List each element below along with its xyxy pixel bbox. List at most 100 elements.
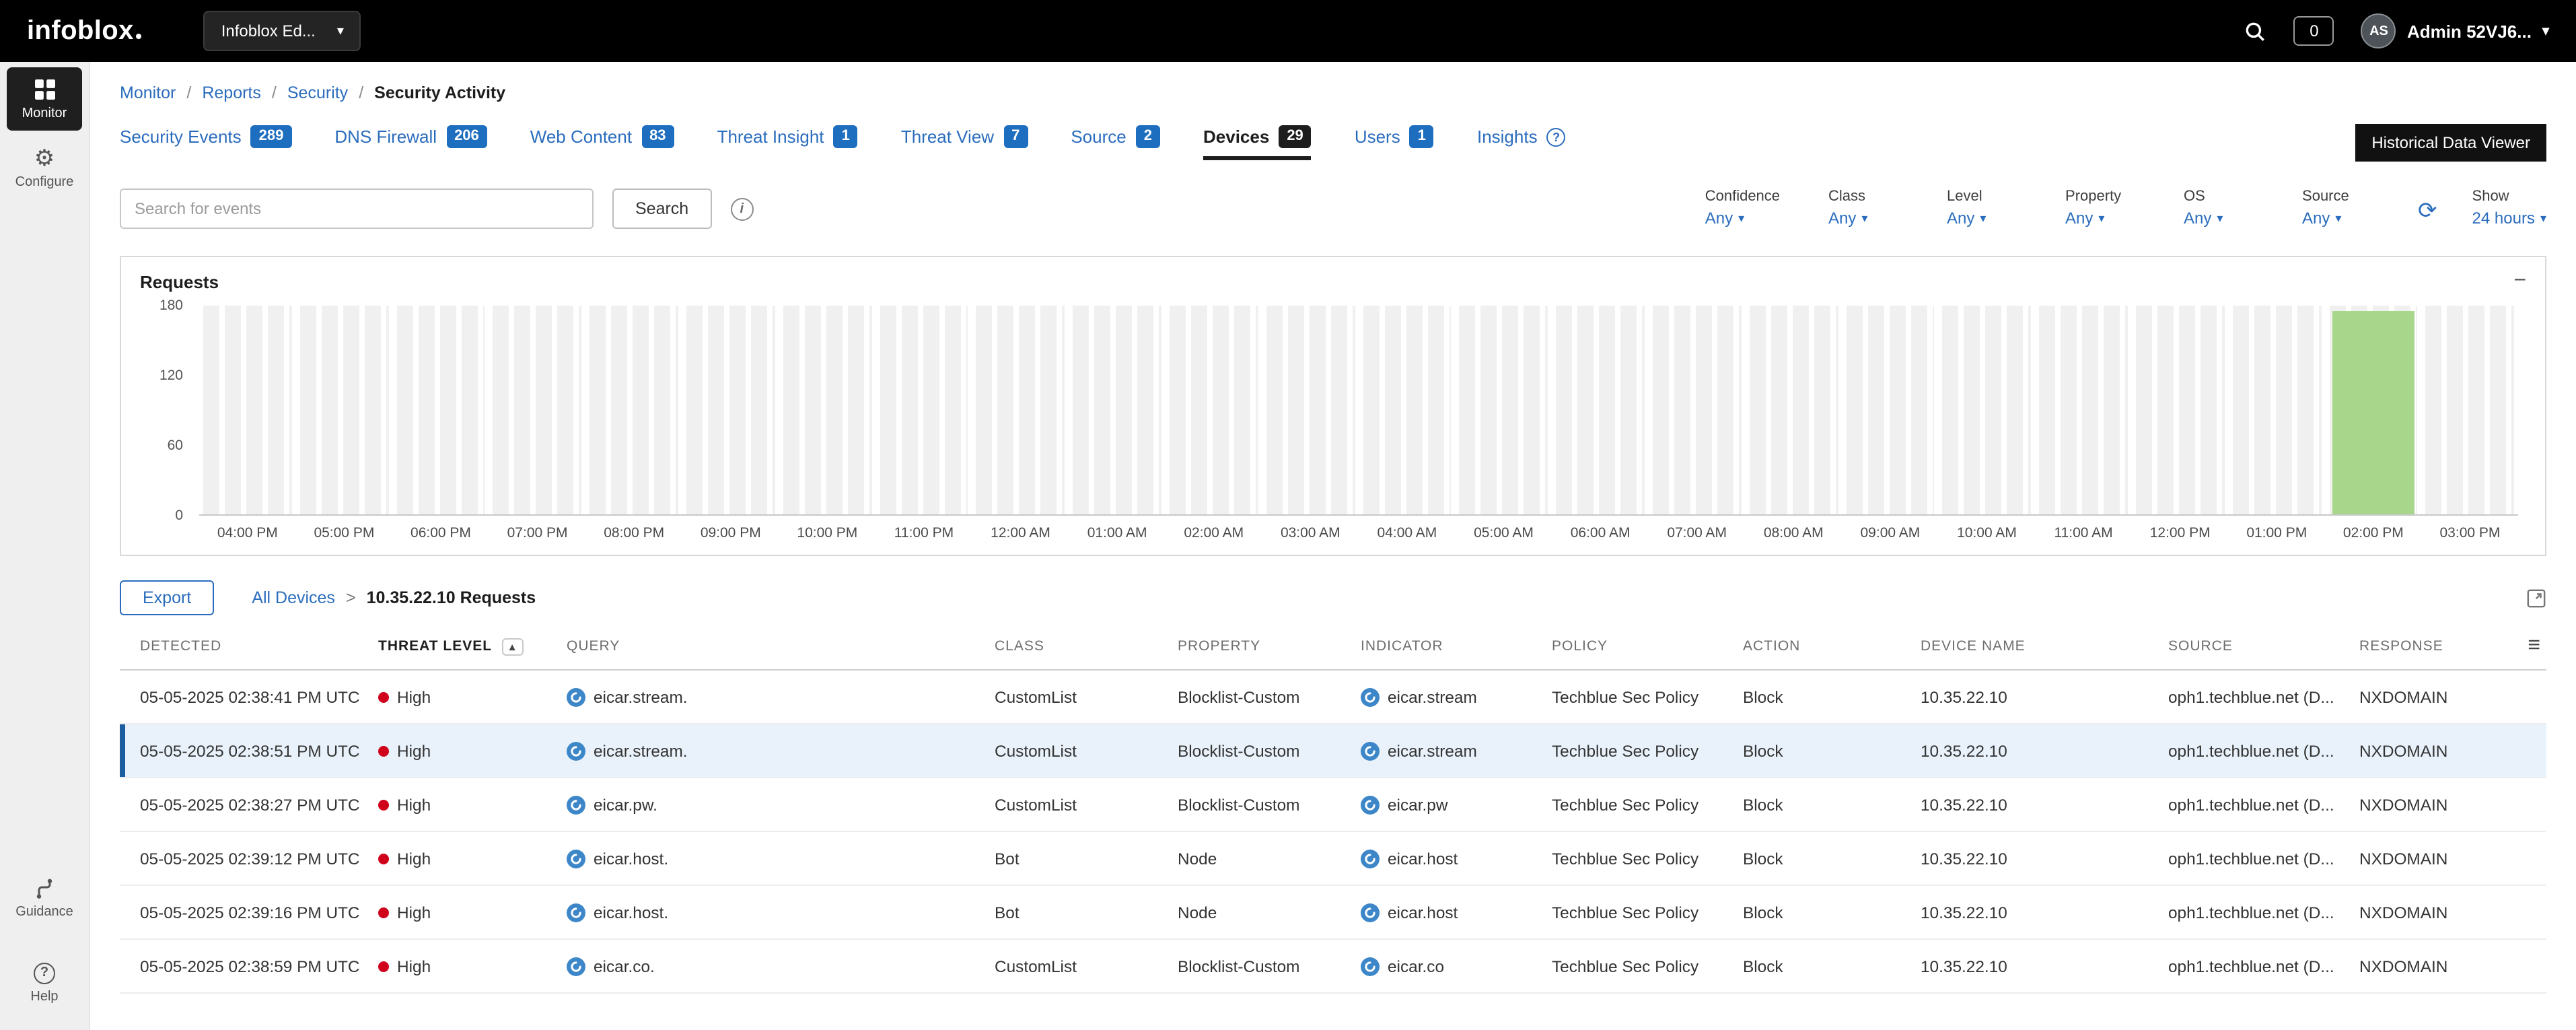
topbar: infoblox Infoblox Ed... ▾ 0 AS Admin 52V… [0,0,2576,62]
historical-data-viewer-button[interactable]: Historical Data Viewer [2355,124,2546,162]
filter-value-dropdown[interactable]: Any▾ [2302,209,2372,228]
topbar-right: 0 AS Admin 52VJ6... ▾ [2244,13,2549,48]
cell-property: Blocklist-Custom [1178,957,1361,975]
table-toolbar: Export All Devices > 10.35.22.10 Request… [120,580,2546,615]
column-header-indicator[interactable]: INDICATOR [1361,638,1552,654]
x-tick-label: 02:00 AM [1166,525,1262,541]
table-row[interactable]: 05-05-2025 02:39:16 PM UTCHigheicar.host… [120,886,2546,940]
table-row[interactable]: 05-05-2025 02:38:59 PM UTCHigheicar.co.C… [120,940,2546,994]
table-row[interactable]: 05-05-2025 02:38:41 PM UTCHigheicar.stre… [120,671,2546,724]
breadcrumb-separator: / [272,83,277,102]
chevron-down-icon: ▾ [2540,211,2546,226]
filter-label: Confidence [1705,188,1780,205]
tab-insights[interactable]: Insights? [1477,125,1566,160]
column-header-source[interactable]: SOURCE [2168,638,2359,654]
info-icon[interactable]: i [730,198,753,221]
chevron-down-icon: ▾ [2098,211,2104,226]
table-row[interactable]: 05-05-2025 02:39:12 PM UTCHigheicar.host… [120,832,2546,886]
cell-threat-level: High [378,903,567,922]
tab-source[interactable]: Source2 [1071,125,1160,160]
sidebar-item-guidance[interactable]: Guidance [7,866,82,929]
collapse-icon[interactable]: − [2513,271,2526,292]
search-input[interactable] [120,188,594,229]
sidebar-item-label: Guidance [15,905,73,920]
column-header-threat-level[interactable]: THREAT LEVEL▴ [378,638,567,655]
export-button[interactable]: Export [120,580,214,615]
sidebar-item-monitor[interactable]: Monitor [7,67,82,131]
column-menu-icon[interactable]: ≡ [2502,634,2546,658]
filter-property: Property Any▾ [2065,188,2135,228]
cell-source: oph1.techblue.net (D... [2168,795,2359,814]
threat-category-icon [1361,741,1380,760]
chevron-down-icon: ▾ [2217,211,2223,226]
filter-value-dropdown[interactable]: Any▾ [1828,209,1898,228]
column-header-policy[interactable]: POLICY [1552,638,1743,654]
tab-web-content[interactable]: Web Content83 [530,125,674,160]
show-dropdown[interactable]: 24 hours ▾ [2472,209,2546,228]
search-icon[interactable] [2244,20,2267,42]
column-header-detected[interactable]: DETECTED [120,638,378,654]
x-tick-label: 03:00 AM [1262,525,1359,541]
expand-icon[interactable] [2526,588,2546,608]
refresh-icon[interactable]: ⟳ [2418,199,2437,222]
tab-count-badge: 1 [1410,125,1434,148]
column-header-query[interactable]: QUERY [567,638,995,654]
chevron-down-icon: ▾ [1980,211,1986,226]
y-tick-label: 60 [168,438,183,454]
user-menu[interactable]: AS Admin 52VJ6... ▾ [2361,13,2549,48]
cell-indicator: eicar.stream [1361,687,1552,706]
cell-threat-level: High [378,849,567,868]
threat-category-icon [567,903,585,922]
threat-level-dot [378,745,389,756]
x-tick-label: 01:00 PM [2228,525,2325,541]
column-header-response[interactable]: RESPONSE [2359,638,2502,654]
cell-device-name: 10.35.22.10 [1921,903,2168,922]
y-tick-label: 0 [175,508,183,524]
cell-property: Node [1178,903,1361,922]
sidebar-item-configure[interactable]: ⚙ Configure [7,136,82,199]
tab-security-events[interactable]: Security Events289 [120,125,291,160]
column-header-label: RESPONSE [2359,638,2443,654]
column-header-label: DEVICE NAME [1921,638,2026,654]
tab-threat-insight[interactable]: Threat Insight1 [717,125,858,160]
breadcrumb-link-monitor[interactable]: Monitor [120,83,176,102]
threat-category-icon [567,795,585,814]
breadcrumb-link-security[interactable]: Security [287,83,348,102]
filter-value-dropdown[interactable]: Any▾ [1705,209,1780,228]
filter-value-dropdown[interactable]: Any▾ [2184,209,2254,228]
threat-category-icon [567,687,585,706]
column-header-device-name[interactable]: DEVICE NAME [1921,638,2168,654]
cell-threat-level: High [378,795,567,814]
column-header-class[interactable]: CLASS [995,638,1178,654]
tabs: Security Events289 DNS Firewall206 Web Con… [120,125,1566,160]
threat-category-icon [1361,795,1380,814]
column-header-property[interactable]: PROPERTY [1178,638,1361,654]
column-header-action[interactable]: ACTION [1743,638,1921,654]
filter-value-dropdown[interactable]: Any▾ [2065,209,2135,228]
breadcrumb-link-reports[interactable]: Reports [202,83,261,102]
chart-bar[interactable] [2332,312,2415,514]
table-row[interactable]: 05-05-2025 02:38:51 PM UTCHigheicar.stre… [120,724,2546,778]
tab-devices[interactable]: Devices29 [1203,125,1312,160]
filter-label: Property [2065,188,2135,205]
tab-dns-firewall[interactable]: DNS Firewall206 [334,125,487,160]
table-row[interactable]: 05-05-2025 02:38:27 PM UTCHigheicar.pw.C… [120,778,2546,832]
filter-label: OS [2184,188,2254,205]
app-switcher-button[interactable]: Infoblox Ed... ▾ [204,11,361,51]
chart-slot [203,306,292,514]
sort-asc-icon[interactable]: ▴ [501,638,524,655]
cell-threat-level: High [378,741,567,760]
tab-label: Users [1355,127,1400,147]
filter-value-dropdown[interactable]: Any▾ [1947,209,2017,228]
tab-users[interactable]: Users 1 [1355,125,1434,160]
search-button[interactable]: Search [612,188,711,229]
filters: ConfidenceAny▾ClassAny▾LevelAny▾Property… [1705,188,2372,228]
x-tick-label: 02:00 PM [2325,525,2422,541]
all-devices-link[interactable]: All Devices [252,588,335,607]
sidebar-item-help[interactable]: ? Help [7,951,82,1014]
breadcrumb-separator: / [359,83,363,102]
x-tick-label: 10:00 AM [1939,525,2036,541]
notifications-button[interactable]: 0 [2294,16,2334,46]
cell-action: Block [1743,687,1921,706]
tab-threat-view[interactable]: Threat View7 [901,125,1028,160]
